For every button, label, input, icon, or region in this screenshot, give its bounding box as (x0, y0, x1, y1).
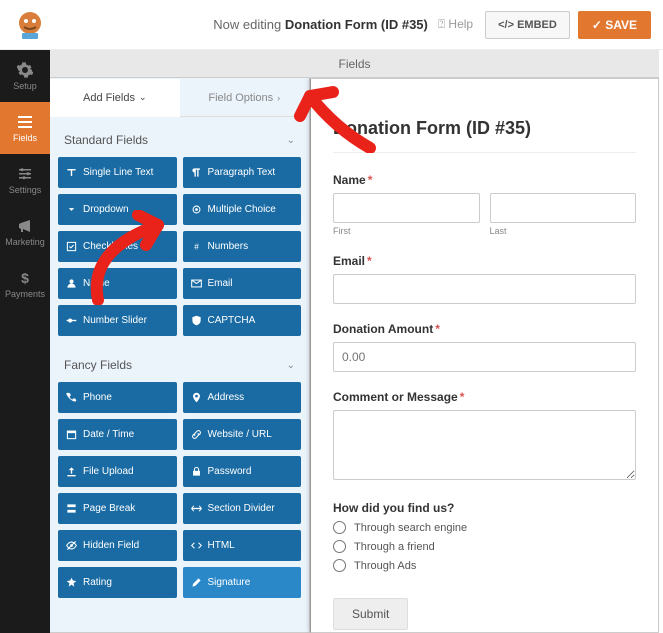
field-hidden[interactable]: Hidden Field (58, 530, 177, 561)
field-section-divider[interactable]: Section Divider (183, 493, 302, 524)
checkbox-icon (66, 241, 77, 252)
pin-icon (191, 392, 202, 403)
field-rating[interactable]: Rating (58, 567, 177, 598)
link-icon (191, 429, 202, 440)
pen-icon (191, 577, 202, 588)
code-icon (191, 540, 202, 551)
field-numbers[interactable]: #Numbers (183, 231, 302, 262)
field-password[interactable]: Password (183, 456, 302, 487)
field-email[interactable]: Email (183, 268, 302, 299)
lock-icon (191, 466, 202, 477)
dropdown-icon (66, 204, 77, 215)
section-standard-fields[interactable]: Standard Fields⌄ (58, 123, 301, 157)
field-checkboxes[interactable]: Checkboxes (58, 231, 177, 262)
chevron-down-icon: ⌄ (139, 92, 147, 103)
embed-button[interactable]: </> EMBED (485, 11, 570, 39)
field-comment-preview[interactable]: Comment or Message* (333, 390, 636, 483)
hash-icon: # (191, 241, 202, 252)
field-file-upload[interactable]: File Upload (58, 456, 177, 487)
text-icon (66, 167, 77, 178)
phone-icon (66, 392, 77, 403)
rail-marketing[interactable]: Marketing (0, 206, 50, 258)
field-address[interactable]: Address (183, 382, 302, 413)
field-paragraph-text[interactable]: Paragraph Text (183, 157, 302, 188)
field-html[interactable]: HTML (183, 530, 302, 561)
topbar: Now editing Donation Form (ID #35) ⍰ Hel… (0, 0, 663, 50)
shield-icon (191, 315, 202, 326)
tab-add-fields[interactable]: Add Fields⌄ (50, 79, 180, 117)
field-name[interactable]: Name (58, 268, 177, 299)
chevron-right-icon: › (277, 93, 280, 103)
section-fancy-fields[interactable]: Fancy Fields⌄ (58, 348, 301, 382)
field-website-url[interactable]: Website / URL (183, 419, 302, 450)
field-captcha[interactable]: CAPTCHA (183, 305, 302, 336)
list-icon (17, 114, 33, 130)
paragraph-icon (191, 167, 202, 178)
star-icon (66, 577, 77, 588)
field-multiple-choice[interactable]: Multiple Choice (183, 194, 302, 225)
field-single-line-text[interactable]: Single Line Text (58, 157, 177, 188)
megaphone-icon (17, 218, 33, 234)
rail-setup[interactable]: Setup (0, 50, 50, 102)
field-dropdown[interactable]: Dropdown (58, 194, 177, 225)
standard-fields-grid: Single Line Text Paragraph Text Dropdown… (58, 157, 301, 336)
tab-field-options[interactable]: Field Options› (180, 79, 310, 117)
field-email-preview[interactable]: Email* (333, 254, 636, 304)
submit-button[interactable]: Submit (333, 598, 408, 630)
form-preview: Donation Form (ID #35) Name* First Last … (310, 78, 659, 633)
field-phone[interactable]: Phone (58, 382, 177, 413)
title-divider (333, 152, 636, 153)
upload-icon (66, 466, 77, 477)
field-findus-preview[interactable]: How did you find us? Through search engi… (333, 501, 636, 572)
ribbon: Fields (50, 50, 659, 78)
rail-settings[interactable]: Settings (0, 154, 50, 206)
field-page-break[interactable]: Page Break (58, 493, 177, 524)
break-icon (66, 503, 77, 514)
chevron-down-icon: ⌄ (287, 360, 295, 371)
field-name-preview[interactable]: Name* First Last (333, 173, 636, 236)
svg-text:#: # (194, 242, 199, 251)
now-editing-label: Now editing Donation Form (ID #35) (213, 17, 428, 32)
first-name-input[interactable] (333, 193, 480, 223)
findus-radio-1[interactable] (333, 521, 346, 534)
mail-icon (191, 278, 202, 289)
fancy-fields-grid: Phone Address Date / Time Website / URL … (58, 382, 301, 598)
svg-text:$: $ (21, 270, 29, 286)
chevron-down-icon: ⌄ (287, 135, 295, 146)
last-name-input[interactable] (490, 193, 637, 223)
field-donation-preview[interactable]: Donation Amount* (333, 322, 636, 372)
divider-icon (191, 503, 202, 514)
donation-input[interactable] (333, 342, 636, 372)
findus-radio-2[interactable] (333, 540, 346, 553)
dollar-icon: $ (17, 270, 33, 286)
help-link[interactable]: ⍰ Help (438, 17, 473, 32)
slider-icon (66, 315, 77, 326)
email-input[interactable] (333, 274, 636, 304)
app-logo (12, 7, 48, 43)
radio-icon (191, 204, 202, 215)
save-button[interactable]: ✓ SAVE (578, 11, 651, 39)
field-number-slider[interactable]: Number Slider (58, 305, 177, 336)
user-icon (66, 278, 77, 289)
eye-off-icon (66, 540, 77, 551)
form-title: Donation Form (ID #35) (333, 117, 636, 140)
sliders-icon (17, 166, 33, 182)
gear-icon (17, 62, 33, 78)
field-signature[interactable]: Signature (183, 567, 302, 598)
comment-textarea[interactable] (333, 410, 636, 480)
rail-fields[interactable]: Fields (0, 102, 50, 154)
calendar-icon (66, 429, 77, 440)
field-date-time[interactable]: Date / Time (58, 419, 177, 450)
fields-panel: Add Fields⌄ Field Options› Standard Fiel… (50, 50, 310, 633)
findus-radio-3[interactable] (333, 559, 346, 572)
rail-payments[interactable]: $ Payments (0, 258, 50, 310)
sidebar-rail: Setup Fields Settings Marketing $ Paymen… (0, 50, 50, 633)
